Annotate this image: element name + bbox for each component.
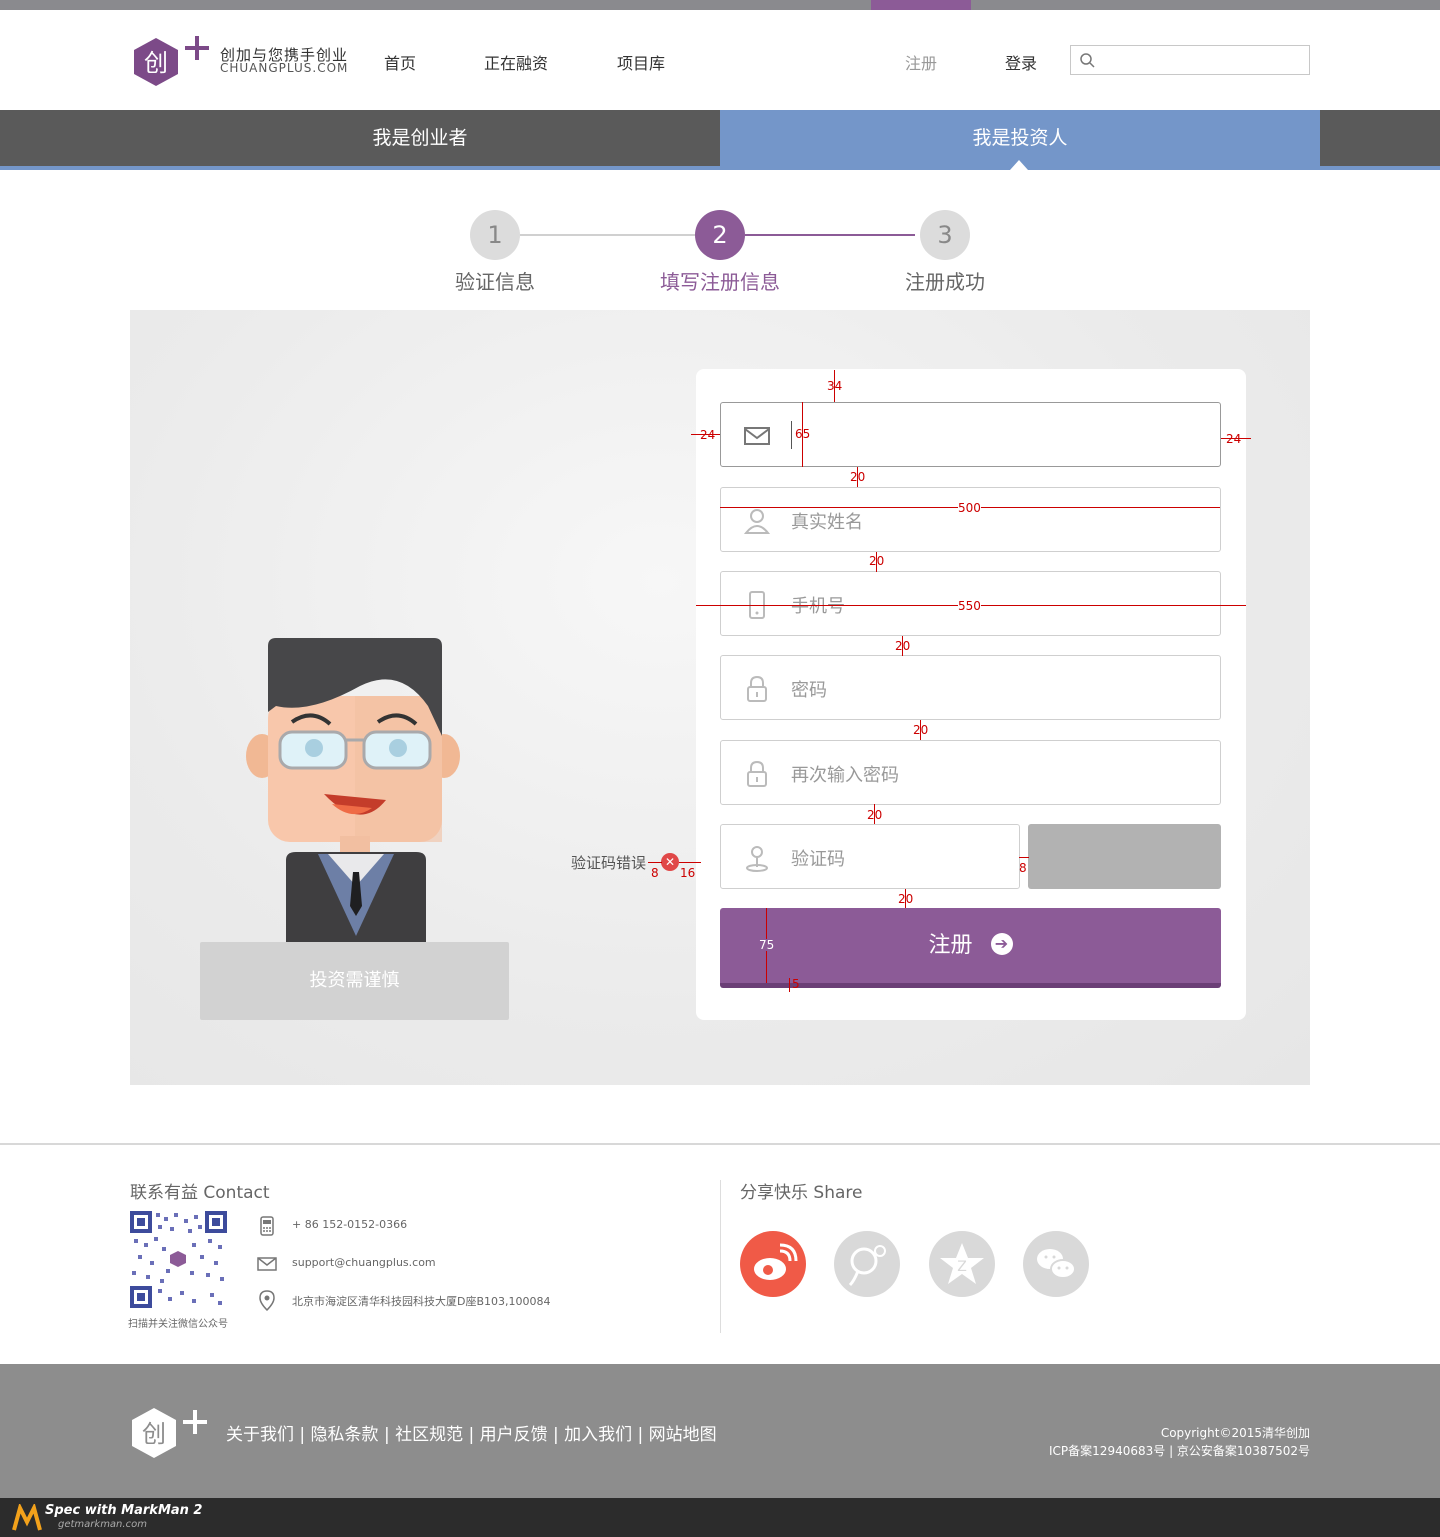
envelope-icon: [744, 427, 770, 445]
footer-column-divider: [720, 1180, 721, 1333]
measure-label: 20: [850, 470, 866, 484]
captcha-field[interactable]: 验证码: [720, 824, 1020, 889]
error-icon: ✕: [661, 853, 679, 871]
nav-home[interactable]: 首页: [384, 50, 416, 74]
investor-caution-plate: 投资需谨慎: [200, 942, 509, 1020]
text-cursor: [791, 421, 792, 449]
arrow-right-icon: ➔: [990, 933, 1013, 955]
nav-projects[interactable]: 项目库: [617, 50, 665, 74]
captcha-placeholder: 验证码: [791, 849, 845, 870]
measure-label: 16: [680, 866, 696, 880]
password-repeat-placeholder: 再次输入密码: [791, 765, 899, 786]
telephone-icon: [260, 1216, 274, 1236]
register-submit-button[interactable]: 注册 ➔: [720, 908, 1221, 988]
wechat-qr-code: [130, 1211, 227, 1308]
measure-label: 20: [913, 723, 929, 737]
active-tab-pointer: [1010, 160, 1028, 170]
envelope-icon: [257, 1257, 277, 1271]
footer-divider: [0, 1143, 1440, 1145]
step-2-label: 填写注册信息: [660, 270, 780, 294]
measure-label: 5: [792, 977, 800, 991]
measure-label: 20: [869, 554, 885, 568]
qr-caption: 扫描并关注微信公众号: [128, 1319, 228, 1330]
site-header: 创 创加与您携手创业 CHUANGPLUS.COM 首页 正在融资 项目库 注册…: [0, 10, 1440, 110]
user-icon: [743, 509, 771, 534]
step-1-label: 验证信息: [455, 270, 535, 294]
measure-label: 8: [651, 866, 659, 880]
footer-logo-icon: 创: [132, 1408, 207, 1458]
step-3-circle: 3: [920, 210, 970, 260]
captcha-error-message: 验证码错误: [571, 854, 647, 872]
register-submit-label: 注册: [928, 933, 973, 958]
tab-entrepreneur[interactable]: 我是创业者: [120, 110, 720, 166]
measure-label: 24: [1226, 432, 1242, 446]
logo-plus-icon: [185, 36, 209, 60]
svg-text:Z: Z: [957, 1259, 967, 1275]
lock-icon: [747, 675, 767, 702]
real-name-field[interactable]: 真实姓名: [720, 487, 1221, 552]
tab-investor[interactable]: 我是投资人: [720, 110, 1320, 166]
qzone-icon[interactable]: Z: [929, 1231, 995, 1297]
contact-title: 联系有益 Contact: [130, 1183, 270, 1203]
markman-title: Spec with MarkMan 2: [45, 1503, 203, 1518]
nav-funding[interactable]: 正在融资: [484, 50, 548, 74]
markman-logo-icon: [12, 1504, 42, 1531]
real-name-placeholder: 真实姓名: [791, 512, 863, 533]
step-2-circle: 2: [695, 210, 745, 260]
share-title: 分享快乐 Share: [740, 1183, 863, 1203]
measure-label: 20: [898, 892, 914, 906]
wechat-icon[interactable]: [1023, 1231, 1089, 1297]
location-pin-icon: [259, 1290, 275, 1311]
measure-label: 20: [895, 639, 911, 653]
nav-register[interactable]: 注册: [905, 50, 937, 74]
measure-label: 500: [958, 501, 981, 515]
top-accent-highlight: [871, 0, 971, 10]
password-field[interactable]: 密码: [720, 655, 1221, 720]
copyright-block: Copyright©2015清华创加 ICP备案12940683号 | 京公安备…: [1049, 1424, 1310, 1460]
measure-line: [648, 862, 662, 863]
contact-address: 北京市海淀区清华科技园科技大厦D座B103,100084: [292, 1295, 551, 1308]
measure-label: 550: [958, 599, 981, 613]
measure-line: [789, 978, 790, 992]
qq-weibo-icon[interactable]: [834, 1231, 900, 1297]
search-input[interactable]: [1070, 45, 1310, 75]
step-connector-2: [745, 234, 915, 236]
icp-text: ICP备案12940683号 | 京公安备案10387502号: [1049, 1444, 1310, 1458]
password-repeat-field[interactable]: 再次输入密码: [720, 740, 1221, 805]
measure-label: 75: [759, 938, 775, 952]
contact-phone: + 86 152-0152-0366: [292, 1218, 408, 1231]
search-icon: [1080, 53, 1095, 68]
footer-links[interactable]: 关于我们 | 隐私条款 | 社区规范 | 用户反馈 | 加入我们 | 网站地图: [226, 1420, 717, 1445]
nav-login[interactable]: 登录: [1005, 50, 1037, 74]
measure-label: 34: [827, 379, 843, 393]
measure-line: [1019, 857, 1029, 858]
step-1-circle: 1: [470, 210, 520, 260]
measure-label: 24: [700, 428, 716, 442]
step-3-label: 注册成功: [905, 270, 985, 294]
password-placeholder: 密码: [791, 680, 827, 701]
investor-illustration: [246, 638, 460, 942]
contact-email[interactable]: support@chuangplus.com: [292, 1256, 436, 1269]
copyright-text: Copyright©2015清华创加: [1160, 1426, 1310, 1440]
measure-line: [679, 862, 701, 863]
lock-icon: [747, 760, 767, 787]
role-tabs: 我是创业者 我是投资人: [0, 110, 1440, 170]
measure-label: 65: [795, 427, 811, 441]
svg-text:创: 创: [142, 1420, 166, 1448]
logo[interactable]: 创 创加与您携手创业 CHUANGPLUS.COM: [130, 34, 350, 94]
logo-hex-icon: 创: [134, 38, 178, 86]
pin-icon: [746, 846, 768, 872]
top-accent-bar: [0, 0, 1440, 10]
markman-banner: Spec with MarkMan 2 getmarkman.com: [0, 1498, 1440, 1537]
markman-url: getmarkman.com: [58, 1519, 147, 1530]
svg-text:创: 创: [144, 49, 168, 77]
weibo-icon[interactable]: [740, 1231, 806, 1297]
captcha-image[interactable]: [1028, 824, 1221, 889]
measure-label: 8: [1019, 861, 1027, 875]
logo-domain: CHUANGPLUS.COM: [220, 61, 349, 75]
step-connector-1: [520, 234, 695, 236]
measure-label: 20: [867, 808, 883, 822]
